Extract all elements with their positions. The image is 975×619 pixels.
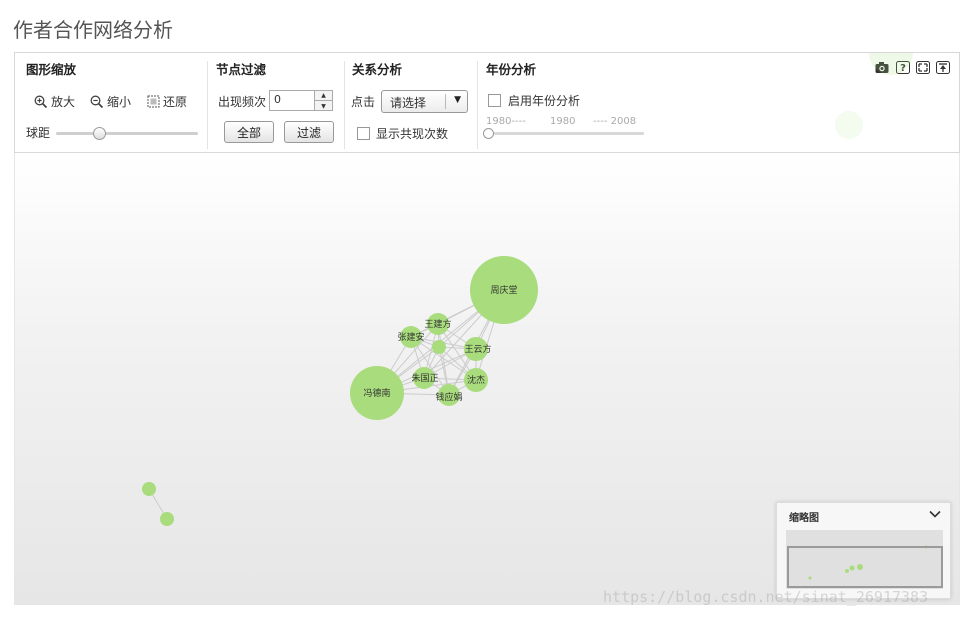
graph-node[interactable]: 钱应娟 — [435, 384, 463, 406]
year-section-title: 年份分析 — [486, 62, 537, 77]
graph-node[interactable]: 张建安 — [397, 326, 425, 348]
graph-node-label: 朱国正 — [411, 372, 438, 384]
enable-year-checkbox[interactable] — [488, 94, 501, 107]
node-filter-section: 节点过滤 出现频次 0 ▲ ▼ 全部 过滤 — [208, 53, 343, 152]
graph-node-label: 冯德南 — [363, 387, 390, 399]
frequency-label: 出现频次 — [218, 95, 267, 109]
year-slider-track[interactable] — [486, 132, 644, 135]
graph-node-circle[interactable] — [160, 512, 174, 526]
graph-node-label: 周庆堂 — [490, 284, 517, 296]
click-label: 点击 — [351, 95, 376, 109]
graph-node-label: 张建安 — [397, 331, 424, 343]
graph-node[interactable]: 冯德南 — [350, 366, 404, 420]
watermark-text: https://blog.csdn.net/sinat_26917383 — [603, 588, 929, 606]
graph-node[interactable]: 王建方 — [424, 313, 452, 335]
frequency-input[interactable]: 0 — [269, 90, 315, 111]
relation-section-title: 关系分析 — [352, 62, 403, 77]
filter-button[interactable]: 过滤 — [284, 121, 334, 143]
zoom-out-icon — [90, 95, 104, 108]
graph-node-circle[interactable] — [432, 340, 446, 354]
relation-select[interactable]: 请选择 ▼ — [381, 90, 468, 113]
chevron-down-icon[interactable] — [928, 507, 942, 521]
graph-node[interactable] — [160, 512, 174, 526]
reset-icon — [147, 95, 160, 108]
year-scale-start: 1980---- — [486, 116, 526, 127]
graph-nodes: 周庆堂王建方张建安王云方朱国正 沈杰钱应娟 冯德南 — [142, 256, 538, 526]
minimap-panel: 缩略图 — [776, 502, 951, 599]
minimap-viewport[interactable] — [787, 546, 943, 588]
relation-select-value: 请选择 — [390, 96, 427, 110]
zoom-section-title: 图形缩放 — [26, 62, 77, 77]
graph-node-label: 钱应娟 — [435, 391, 462, 403]
show-cooccurrence-checkbox[interactable] — [357, 127, 370, 140]
page-title: 作者合作网络分析 — [13, 18, 173, 42]
year-slider-thumb[interactable] — [483, 128, 494, 139]
select-divider — [445, 94, 446, 109]
reset-label: 还原 — [163, 95, 188, 109]
show-all-button[interactable]: 全部 — [224, 121, 274, 143]
zoom-in-icon — [34, 95, 48, 108]
graph-node[interactable] — [432, 340, 446, 354]
zoom-out-button[interactable]: 缩小 — [90, 93, 131, 110]
enable-year-label: 启用年份分析 — [508, 94, 581, 108]
graph-node-label: 沈杰 — [467, 374, 485, 386]
graph-node[interactable] — [142, 482, 156, 496]
ball-distance-label: 球距 — [26, 126, 51, 140]
graph-node[interactable]: 沈杰 — [464, 368, 488, 392]
year-scale-mid: 1980 — [550, 116, 576, 127]
minimap-title: 缩略图 — [789, 513, 819, 524]
year-section: 年份分析 启用年份分析 1980---- 1980 ---- 2008 — [478, 53, 658, 152]
stepper-down-icon[interactable]: ▼ — [315, 101, 332, 111]
zoom-out-label: 缩小 — [107, 95, 132, 109]
decorative-node-ghosts — [835, 53, 913, 139]
graph-node-label: 王建方 — [424, 318, 451, 330]
toolbar: 图形缩放 放大 缩小 还原 球距 节点过滤 出现频次 0 ▲ ▼ 全部 过滤 关… — [14, 52, 960, 153]
year-scale-end: ---- 2008 — [593, 116, 637, 127]
zoom-in-button[interactable]: 放大 — [34, 93, 75, 110]
ball-distance-slider-track[interactable] — [56, 132, 198, 135]
frequency-stepper[interactable]: ▲ ▼ — [314, 90, 333, 111]
stepper-up-icon[interactable]: ▲ — [315, 91, 332, 101]
graph-node-circle[interactable] — [142, 482, 156, 496]
chevron-down-icon: ▼ — [454, 95, 461, 105]
zoom-in-label: 放大 — [51, 95, 76, 109]
ball-distance-slider-thumb[interactable] — [93, 127, 106, 140]
show-cooccurrence-label: 显示共现次数 — [376, 127, 449, 141]
graph-node[interactable]: 周庆堂 — [470, 256, 538, 324]
graph-node[interactable]: 王云方 — [464, 337, 492, 361]
graph-node-label: 王云方 — [464, 343, 491, 355]
relation-section: 关系分析 点击 请选择 ▼ 显示共现次数 — [345, 53, 477, 152]
zoom-section: 图形缩放 放大 缩小 还原 球距 — [15, 53, 207, 152]
node-filter-title: 节点过滤 — [216, 62, 267, 77]
reset-zoom-button[interactable]: 还原 — [147, 93, 187, 110]
